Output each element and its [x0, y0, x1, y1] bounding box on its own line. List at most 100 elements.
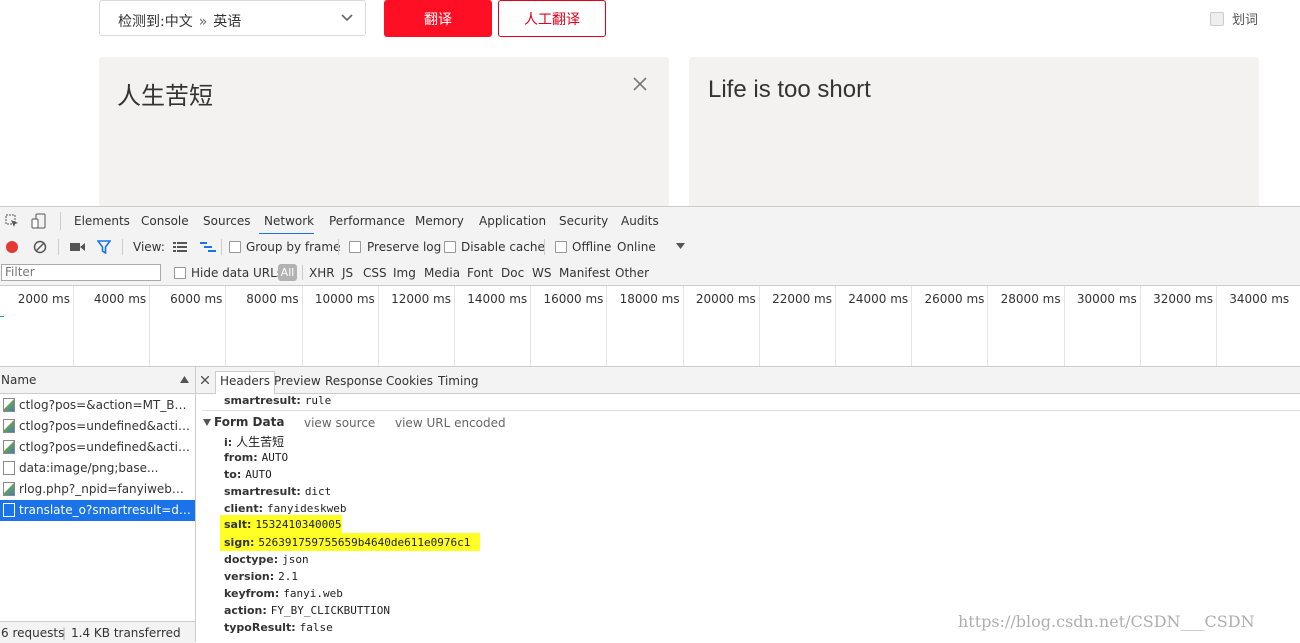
request-row[interactable]: ctlog?pos=undefined&action=... — [0, 437, 195, 458]
request-row-selected[interactable]: translate_o?smartresult=dict&... — [0, 500, 195, 521]
offline-checkbox[interactable] — [555, 241, 567, 253]
filter-css[interactable]: CSS — [363, 266, 387, 280]
toolbar-divider — [122, 239, 123, 255]
filter-xhr[interactable]: XHR — [309, 266, 335, 280]
timeline-gridline — [73, 286, 74, 366]
network-timeline[interactable]: 2000 ms 4000 ms 6000 ms 8000 ms 10000 ms 1200… — [0, 286, 1300, 367]
timeline-gridline — [1216, 286, 1217, 366]
filter-doc[interactable]: Doc — [501, 266, 524, 280]
toolbar-divider — [58, 239, 59, 255]
sort-ascending-icon[interactable] — [180, 376, 189, 383]
transferred-size: 1.4 KB transferred — [71, 626, 181, 640]
detect-label: 检测到: — [118, 14, 165, 30]
timeline-gridline — [454, 286, 455, 366]
filter-input[interactable]: Filter — [1, 264, 161, 281]
translate-button[interactable]: 翻译 — [384, 0, 492, 37]
disable-cache-checkbox[interactable] — [444, 241, 456, 253]
tab-application[interactable]: Application — [479, 214, 546, 228]
clear-icon[interactable] — [33, 240, 47, 254]
timeline-gridline — [1063, 286, 1065, 366]
timeline-tick-label: 34000 ms — [1229, 292, 1290, 306]
image-file-icon — [3, 482, 15, 496]
hide-data-urls-checkbox[interactable] — [174, 267, 186, 279]
field-value: AUTO — [261, 451, 289, 464]
filter-font[interactable]: Font — [467, 266, 493, 280]
close-icon[interactable] — [201, 376, 209, 384]
filter-icon[interactable] — [97, 240, 111, 254]
tab-security[interactable]: Security — [559, 214, 608, 228]
field-value: 2.1 — [278, 570, 299, 583]
filter-ws[interactable]: WS — [532, 266, 551, 280]
record-icon[interactable] — [5, 240, 19, 254]
timeline-tick-label: 14000 ms — [467, 292, 528, 306]
tab-memory[interactable]: Memory — [415, 214, 464, 228]
form-field-version: version: 2.1 — [224, 570, 298, 583]
timeline-tick-label: 32000 ms — [1153, 292, 1213, 306]
timeline-tick-label: 24000 ms — [848, 292, 909, 306]
form-data-section-header[interactable]: Form Data — [203, 415, 284, 429]
timeline-tick-label: 4000 ms — [93, 292, 147, 306]
toolbar-divider — [338, 239, 339, 255]
huaci-toggle[interactable]: 划词 — [1210, 9, 1258, 28]
filter-media[interactable]: Media — [424, 266, 460, 280]
document-file-icon — [3, 461, 15, 475]
form-field-sign: sign: 526391759755659b4640de611e0976c1 — [224, 536, 470, 549]
watermark: https://blog.csdn.net/CSDN___CSDN — [958, 612, 1255, 631]
timeline-tick-label: 26000 ms — [924, 292, 985, 306]
request-row[interactable]: data:image/png;base... — [0, 458, 195, 479]
human-translate-button[interactable]: 人工翻译 — [498, 0, 606, 37]
timeline-tick-label: 18000 ms — [619, 292, 680, 306]
filter-manifest[interactable]: Manifest — [559, 266, 610, 280]
view-source-link[interactable]: view source — [304, 416, 375, 430]
tab-headers[interactable]: Headers — [215, 371, 275, 394]
filter-img[interactable]: Img — [393, 266, 416, 280]
form-field-smartresult: smartresult: dict — [224, 485, 331, 498]
tab-timing[interactable]: Timing — [438, 374, 479, 388]
inspect-element-icon[interactable] — [5, 214, 19, 228]
triangle-down-icon[interactable] — [203, 419, 211, 426]
tab-elements[interactable]: Elements — [74, 214, 130, 228]
tab-performance[interactable]: Performance — [329, 214, 405, 228]
request-row[interactable]: rlog.php?_npid=fanyiweb&_nc... — [0, 479, 195, 500]
field-key: from: — [224, 451, 258, 464]
tab-console[interactable]: Console — [141, 214, 189, 228]
field-value: 1532410340005 — [255, 518, 342, 531]
waterfall-icon[interactable] — [200, 242, 216, 252]
timeline-tick-label: 30000 ms — [1076, 292, 1137, 306]
close-icon[interactable] — [633, 77, 647, 91]
tab-response[interactable]: Response — [325, 374, 383, 388]
view-label: View: — [133, 240, 165, 254]
chevron-down-icon — [341, 14, 353, 22]
large-rows-icon[interactable] — [173, 242, 187, 252]
filter-all[interactable]: All — [278, 264, 297, 281]
caret-down-icon[interactable] — [676, 243, 685, 250]
timeline-gridline — [911, 286, 913, 366]
name-column-header[interactable]: Name — [0, 367, 195, 394]
preserve-log-checkbox[interactable] — [349, 241, 361, 253]
field-value: fanyi.web — [283, 587, 343, 600]
tab-sources[interactable]: Sources — [203, 214, 250, 228]
tab-preview[interactable]: Preview — [274, 374, 321, 388]
filter-js[interactable]: JS — [342, 266, 353, 280]
tab-audits[interactable]: Audits — [621, 214, 659, 228]
tab-cookies[interactable]: Cookies — [386, 374, 433, 388]
section-divider — [202, 410, 1300, 411]
source-text[interactable]: 人生苦短 — [117, 76, 213, 111]
source-text-panel[interactable]: 人生苦短 — [99, 57, 669, 217]
language-select[interactable]: 检测到:中文 » 英语 — [99, 0, 366, 36]
timeline-gridline — [606, 286, 608, 366]
camera-icon[interactable] — [70, 241, 85, 253]
timeline-tick-label: 28000 ms — [1000, 292, 1061, 306]
group-by-frame-checkbox[interactable] — [229, 241, 241, 253]
request-row[interactable]: ctlog?pos=&action=MT_BUTTON... — [0, 395, 195, 416]
toolbar-divider — [302, 265, 303, 280]
device-toolbar-icon[interactable] — [31, 213, 47, 229]
view-url-encoded-link[interactable]: view URL encoded — [395, 416, 506, 430]
filter-other[interactable]: Other — [615, 266, 649, 280]
preserve-log-label: Preserve log — [367, 240, 442, 254]
huaci-checkbox[interactable] — [1210, 11, 1224, 26]
toolbar-divider — [544, 239, 545, 255]
request-row[interactable]: ctlog?pos=undefined&action=... — [0, 416, 195, 437]
tab-network[interactable]: Network — [264, 214, 314, 228]
throttling-select[interactable]: Online — [617, 240, 656, 254]
